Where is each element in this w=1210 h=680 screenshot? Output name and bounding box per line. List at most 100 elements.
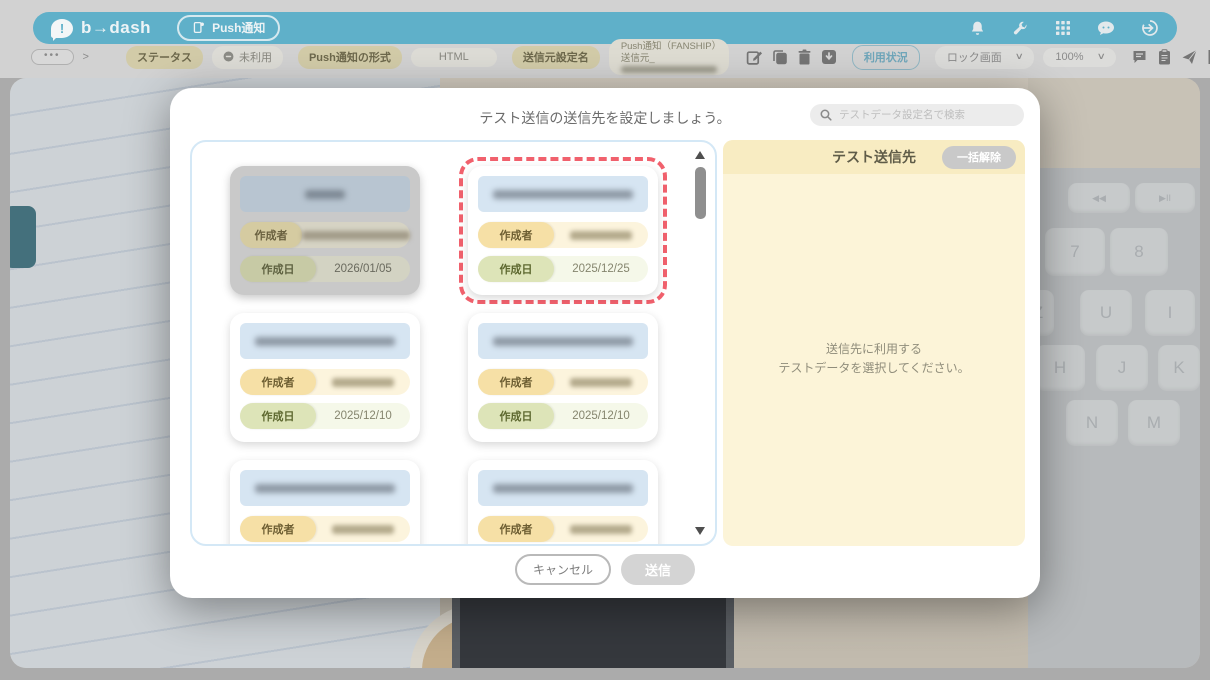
redacted-title [255, 336, 395, 346]
usage-status-button[interactable]: 利用状況 [851, 44, 920, 70]
status-value-pill: 未利用 [211, 45, 283, 69]
minus-circle-icon [223, 51, 234, 62]
scroll-up-arrow[interactable] [695, 151, 705, 159]
created-date: 2025/12/25 [572, 263, 630, 275]
chat-bubble-icon[interactable] [1097, 20, 1115, 37]
push-notification-badge[interactable]: Push通知 [177, 15, 281, 41]
creator-label: 作成者 [478, 516, 554, 542]
creator-row: 作成者 [478, 222, 648, 248]
created-label: 作成日 [478, 256, 554, 282]
creator-row: 作成者 [478, 516, 648, 542]
creator-label: 作成者 [478, 222, 554, 248]
created-row: 作成日 2025/12/10 [240, 403, 410, 429]
creator-label: 作成者 [240, 222, 302, 248]
redacted-title [493, 336, 633, 346]
keyboard-key: N [1066, 400, 1118, 446]
breadcrumb-separator: > [82, 51, 89, 63]
apps-grid-icon[interactable] [1055, 20, 1071, 36]
bell-icon[interactable] [969, 20, 986, 37]
test-data-list-panel: 作成者 作成日 2026/01/05 作成者 作成日 2025/12/25 作成… [190, 140, 717, 546]
breadcrumb-menu-button[interactable]: ••• [31, 49, 74, 65]
search-input[interactable] [839, 109, 1014, 121]
modal-footer: キャンセル 送信 [170, 554, 1040, 585]
test-data-card-selected[interactable]: 作成者 作成日 2026/01/05 [230, 166, 420, 295]
test-data-card[interactable]: 作成者 作成日 2025/12/10 [468, 313, 658, 442]
redacted-title [493, 189, 633, 199]
test-send-modal: テスト送信の送信先を設定しましょう。 作成者 作成日 2026/01/05 [170, 88, 1040, 598]
sender-label-pill: 送信元設定名 [511, 45, 600, 69]
sender-value-pill: Push通知（FANSHIP）送信元_ [608, 39, 729, 75]
push-phone-icon [193, 21, 205, 34]
page-top-band: ! b→dash Push通知 ••• > ステータス 未利用 Push通知の形… [0, 0, 1210, 78]
keyboard-key: I [1145, 290, 1195, 336]
card-title-bar [240, 176, 410, 212]
keyboard-key: K [1158, 345, 1200, 391]
created-label: 作成日 [478, 403, 554, 429]
redacted-title [493, 483, 633, 493]
keyboard: ◀◀ ▶II 7 8 Z U I H J K N M [1022, 168, 1200, 668]
app-header: ! b→dash Push通知 [33, 12, 1177, 44]
keyboard-key: J [1096, 345, 1148, 391]
cancel-button[interactable]: キャンセル [514, 554, 611, 585]
logo-text: b→dash [81, 18, 152, 37]
test-data-card[interactable]: 作成者 [230, 460, 420, 544]
status-label-pill: ステータス [125, 45, 203, 69]
submit-button[interactable]: 送信 [621, 554, 696, 585]
redacted-creator [332, 377, 394, 387]
test-data-search[interactable] [810, 104, 1024, 126]
keyboard-key: 8 [1110, 228, 1168, 276]
redacted-creator [570, 524, 632, 534]
created-row: 作成日 2026/01/05 [240, 256, 410, 282]
creator-row: 作成者 [240, 222, 410, 248]
desk-above-keyboard [1028, 78, 1200, 168]
zoom-select[interactable]: 100% ∨ [1043, 47, 1117, 67]
logout-icon[interactable] [1141, 19, 1159, 37]
app-logo[interactable]: ! b→dash [51, 18, 152, 41]
test-destination-panel: テスト送信先 一括解除 送信先に利用する テストデータを選択してください。 [723, 140, 1025, 546]
test-data-card[interactable]: 作成者 [468, 460, 658, 544]
creator-label: 作成者 [240, 516, 316, 542]
wrench-icon[interactable] [1012, 20, 1029, 37]
logo-speech-bubble-icon: ! [51, 18, 73, 41]
keyboard-key: 7 [1045, 228, 1105, 276]
card-title-bar [240, 323, 410, 359]
format-label-pill: Push通知の形式 [297, 45, 402, 69]
comment-icon[interactable] [1131, 49, 1148, 65]
keyboard-key: M [1128, 400, 1180, 446]
keyboard-key: ◀◀ [1068, 183, 1130, 213]
keyboard-key: ▶II [1135, 183, 1195, 213]
creator-row: 作成者 [478, 369, 648, 395]
push-badge-label: Push通知 [212, 21, 266, 35]
highlighted-card-wrapper: 作成者 作成日 2025/12/25 [459, 157, 667, 304]
pen-on-desk [10, 206, 36, 268]
chevron-down-icon: ∨ [1014, 51, 1024, 61]
send-icon[interactable] [1181, 49, 1198, 65]
test-data-card[interactable]: 作成者 作成日 2025/12/10 [230, 313, 420, 442]
scroll-thumb[interactable] [695, 167, 706, 219]
creator-label: 作成者 [478, 369, 554, 395]
created-row: 作成日 2025/12/10 [478, 403, 648, 429]
created-date: 2025/12/10 [334, 410, 392, 422]
trash-icon[interactable] [797, 49, 812, 65]
creator-row: 作成者 [240, 516, 410, 542]
copy-icon[interactable] [772, 49, 788, 65]
edit-note-icon[interactable] [746, 49, 763, 66]
search-icon [820, 109, 832, 121]
scroll-down-arrow[interactable] [695, 527, 705, 535]
cards-scrollbar[interactable] [693, 147, 708, 539]
destination-panel-title: テスト送信先 [832, 149, 916, 165]
redacted-title [305, 189, 345, 199]
destination-panel-header: テスト送信先 一括解除 [723, 140, 1025, 174]
test-data-card-highlighted[interactable]: 作成者 作成日 2025/12/25 [468, 166, 658, 295]
clear-all-button[interactable]: 一括解除 [942, 146, 1016, 169]
redacted-creator [570, 377, 632, 387]
keyboard-key: U [1080, 290, 1132, 336]
keyboard-key: H [1035, 345, 1085, 391]
clipboard-icon[interactable] [1157, 49, 1172, 65]
screen-select[interactable]: ロック画面 ∨ [934, 45, 1035, 69]
redacted-creator [332, 524, 394, 534]
card-title-bar [478, 470, 648, 506]
destination-empty-message: 送信先に利用する テストデータを選択してください。 [778, 342, 970, 375]
created-date: 2026/01/05 [334, 263, 392, 275]
download-icon[interactable] [821, 49, 837, 65]
